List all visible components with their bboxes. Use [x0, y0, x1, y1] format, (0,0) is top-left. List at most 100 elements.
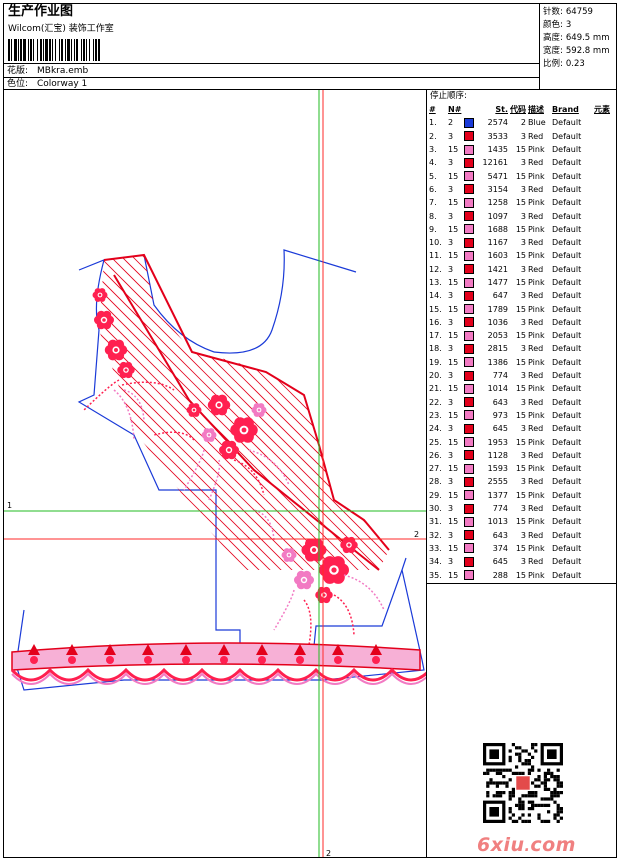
table-cell: Default	[552, 278, 582, 287]
stop-sequence-label: 停止顺序:	[430, 91, 467, 101]
qr-module	[489, 768, 493, 772]
table-cell: 288	[492, 570, 508, 580]
qr-module	[524, 762, 528, 766]
guide-label: 2	[414, 530, 419, 539]
flower-center-dot	[207, 433, 211, 437]
design-file: MBkra.emb	[37, 66, 89, 76]
table-cell: 18.	[429, 344, 442, 354]
table-cell: 15	[515, 357, 526, 367]
col-header: 代码	[510, 105, 526, 115]
color-swatch	[464, 450, 474, 461]
table-cell: 3.	[429, 145, 437, 155]
table-cell	[593, 369, 611, 382]
barcode-icon	[8, 39, 100, 61]
table-cell: Default	[552, 184, 582, 194]
qr-module	[515, 746, 519, 750]
hatch-line	[302, 255, 389, 570]
table-cell: Default	[552, 490, 582, 500]
barcode-bar	[93, 39, 94, 61]
table-row: 20. 3 774 3 Red Default	[428, 369, 611, 382]
table-cell: 15	[515, 304, 526, 314]
color-swatch	[464, 530, 474, 541]
table-cell: Default	[552, 371, 582, 381]
qr-module	[547, 778, 551, 782]
qr-module	[531, 746, 535, 750]
table-cell	[593, 435, 611, 448]
table-cell: 3	[520, 184, 526, 194]
table-cell: 1603	[487, 251, 508, 261]
hatch-line	[391, 240, 426, 580]
qr-module	[508, 797, 512, 801]
color-swatch-cell	[463, 435, 477, 448]
qr-module	[543, 778, 547, 782]
barcode-bar	[37, 39, 38, 61]
color-swatch	[464, 317, 474, 328]
table-cell: 21.	[429, 384, 442, 394]
qr-module	[508, 768, 512, 772]
table-cell: 5471	[487, 171, 508, 181]
color-swatch-cell	[463, 462, 477, 475]
table-cell: Default	[552, 264, 582, 274]
hem-flower-bud	[220, 656, 228, 664]
table-cell: 3	[448, 184, 454, 194]
qr-module	[508, 794, 512, 798]
table-cell: Default	[552, 291, 582, 301]
table-cell: 30.	[429, 504, 442, 514]
qr-module	[559, 784, 563, 788]
table-cell: 3	[520, 504, 526, 514]
table-cell: 3	[448, 291, 454, 301]
table-cell: Red	[528, 238, 544, 248]
qr-module	[495, 768, 499, 772]
qr-module	[531, 765, 535, 769]
flower-center-dot	[114, 348, 118, 352]
qr-module	[499, 781, 503, 785]
qr-module	[521, 819, 525, 823]
table-cell	[593, 555, 611, 568]
table-cell: Red	[528, 504, 544, 514]
table-cell: Red	[528, 317, 544, 327]
table-cell: 7.	[429, 198, 437, 208]
color-swatch-cell	[463, 156, 477, 169]
table-row: 31. 15 1013 15 Pink Default	[428, 515, 611, 528]
color-swatch	[464, 157, 474, 168]
qr-module	[547, 803, 551, 807]
color-swatch-cell	[463, 276, 477, 289]
barcode-bar	[81, 39, 82, 61]
table-cell: 2.	[429, 131, 437, 141]
stat-value: 3	[565, 20, 572, 30]
table-cell: Default	[552, 171, 582, 181]
table-row: 14. 3 647 3 Red Default	[428, 289, 611, 302]
table-cell: Blue	[528, 118, 546, 128]
barcode-bar	[74, 39, 75, 61]
table-cell: Red	[528, 557, 544, 567]
qr-module	[531, 743, 535, 747]
table-cell: 15	[448, 357, 459, 367]
qr-module	[534, 794, 538, 798]
table-cell	[593, 143, 611, 156]
table-cell: 32.	[429, 530, 442, 540]
design-canvas[interactable]: 1 2 2	[4, 90, 427, 857]
color-swatch-cell	[463, 422, 477, 435]
table-cell: 3	[448, 397, 454, 407]
color-swatch-cell	[463, 263, 477, 276]
qr-module	[534, 791, 538, 795]
table-cell: Red	[528, 371, 544, 381]
table-cell: Pink	[528, 331, 545, 341]
qr-module	[508, 807, 512, 811]
color-swatch	[464, 277, 474, 288]
barcode-bar	[23, 39, 26, 61]
table-cell	[593, 223, 611, 236]
table-cell: Red	[528, 344, 544, 354]
qr-module	[553, 800, 557, 804]
table-cell: Pink	[528, 251, 545, 261]
barcode-bar	[95, 39, 97, 61]
table-cell: 2574	[487, 118, 508, 128]
qr-module	[521, 807, 525, 811]
color-swatch-cell	[463, 236, 477, 249]
color-swatch	[464, 370, 474, 381]
col-header-swatch	[463, 103, 477, 116]
qr-module	[556, 768, 560, 772]
table-cell: 15	[448, 543, 459, 553]
table-cell: 3	[448, 450, 454, 460]
qr-module	[527, 771, 531, 775]
